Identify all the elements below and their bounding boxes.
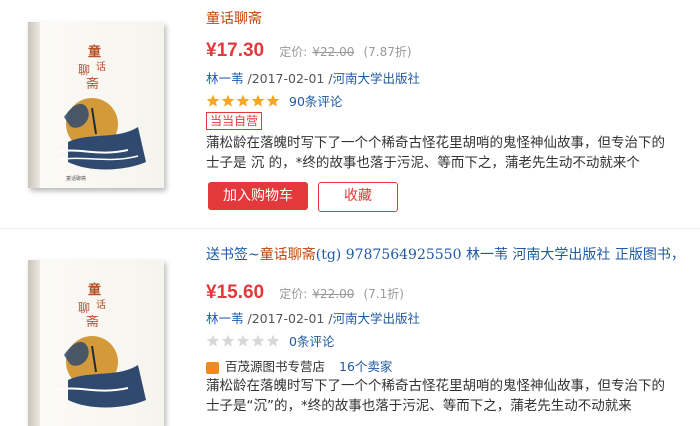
review-count-link[interactable]: 90条评论 xyxy=(289,94,342,109)
star-rating xyxy=(206,90,281,109)
favorite-button[interactable]: 收藏 xyxy=(318,182,398,212)
author-link[interactable]: 林一苇 xyxy=(206,311,244,326)
cover-illustration: 童 话 聊 斋 童话聊斋 xyxy=(57,44,146,182)
cover-title-char-2: 话 xyxy=(96,61,106,73)
title-highlight: 童话聊斋 xyxy=(259,247,316,263)
shop-name-link[interactable]: 百茂源图书专营店 xyxy=(225,359,325,374)
product-card-1: 童 话 聊 斋 童话聊斋 童话聊斋 ¥17.30 定价: ¥22.00 (7.8… xyxy=(0,0,700,222)
cover-title-char-1: 童 xyxy=(88,44,101,60)
publish-date: /2017-02-01 / xyxy=(243,311,333,326)
product-card-2: 童 话 聊 斋 送书签~童话聊斋(tg) 9787564925550 林一苇 河… xyxy=(0,238,700,426)
discount: (7.87折) xyxy=(363,45,412,59)
list-price: ¥22.00 xyxy=(312,287,355,301)
star-icon xyxy=(251,94,265,107)
star-icon xyxy=(266,334,280,347)
book-meta: 林一苇 /2017-02-01 /河南大学出版社 xyxy=(206,68,420,87)
discount: (7.1折) xyxy=(363,287,404,301)
star-icon xyxy=(221,94,235,107)
product-title[interactable]: 童话聊斋 xyxy=(206,8,262,28)
add-to-cart-button[interactable]: 加入购物车 xyxy=(208,182,308,210)
star-icon xyxy=(236,94,250,107)
book-cover-image[interactable]: 童 话 聊 斋 xyxy=(28,260,164,426)
author-link[interactable]: 林一苇 xyxy=(206,71,244,86)
svg-text:斋: 斋 xyxy=(86,314,99,330)
self-operated-badge: 当当自营 xyxy=(206,112,263,130)
price-row: ¥15.60 定价: ¥22.00 (7.1折) xyxy=(206,282,404,304)
product-description: 蒲松龄在落魄时写下了一个个稀奇古怪花里胡哨的鬼怪神仙故事，但专治下的士子是 沉 … xyxy=(206,135,665,171)
publisher-link[interactable]: 河南大学出版社 xyxy=(333,311,421,326)
list-price-label: 定价: xyxy=(279,45,308,59)
product-description: 蒲松龄在落魄时写下了一个个稀奇古怪花里胡哨的鬼怪神仙故事，但专治下的士子是“沉”… xyxy=(206,378,665,414)
star-icon xyxy=(266,94,280,107)
svg-text:童话聊斋: 童话聊斋 xyxy=(66,175,86,182)
shop-icon xyxy=(206,361,219,374)
cover-title-char-3: 聊 xyxy=(78,63,90,77)
seller-row: 百茂源图书专营店 16个卖家 xyxy=(206,356,392,375)
divider xyxy=(0,228,700,229)
star-rating xyxy=(206,330,281,349)
publish-date: /2017-02-01 / xyxy=(243,71,333,86)
cover-illustration: 童 话 聊 斋 xyxy=(57,282,146,408)
star-icon xyxy=(251,334,265,347)
current-price: ¥17.30 xyxy=(206,40,265,61)
book-meta: 林一苇 /2017-02-01 /河南大学出版社 xyxy=(206,308,420,327)
svg-text:聊: 聊 xyxy=(78,301,90,315)
current-price: ¥15.60 xyxy=(206,282,265,303)
price-row: ¥17.30 定价: ¥22.00 (7.87折) xyxy=(206,40,412,62)
product-title[interactable]: 送书签~童话聊斋(tg) 9787564925550 林一苇 河南大学出版社 正… xyxy=(206,244,685,264)
review-count-link[interactable]: 0条评论 xyxy=(289,334,334,349)
svg-text:话: 话 xyxy=(96,299,106,311)
book-cover-image[interactable]: 童 话 聊 斋 童话聊斋 xyxy=(28,22,164,188)
list-price-label: 定价: xyxy=(279,287,308,301)
star-icon xyxy=(236,334,250,347)
star-icon xyxy=(206,94,220,107)
rating: 0条评论 xyxy=(206,330,334,349)
star-icon xyxy=(221,334,235,347)
rating: 90条评论 xyxy=(206,90,342,109)
cover-title-char-4: 斋 xyxy=(86,76,99,92)
list-price: ¥22.00 xyxy=(312,45,355,59)
publisher-link[interactable]: 河南大学出版社 xyxy=(333,71,421,86)
seller-count-link[interactable]: 16个卖家 xyxy=(339,359,392,374)
title-suffix: (tg) 9787564925550 林一苇 河南大学出版社 正版图书， xyxy=(315,247,685,263)
title-prefix: 送书签~ xyxy=(206,247,260,263)
star-icon xyxy=(206,334,220,347)
svg-text:童: 童 xyxy=(88,282,101,298)
